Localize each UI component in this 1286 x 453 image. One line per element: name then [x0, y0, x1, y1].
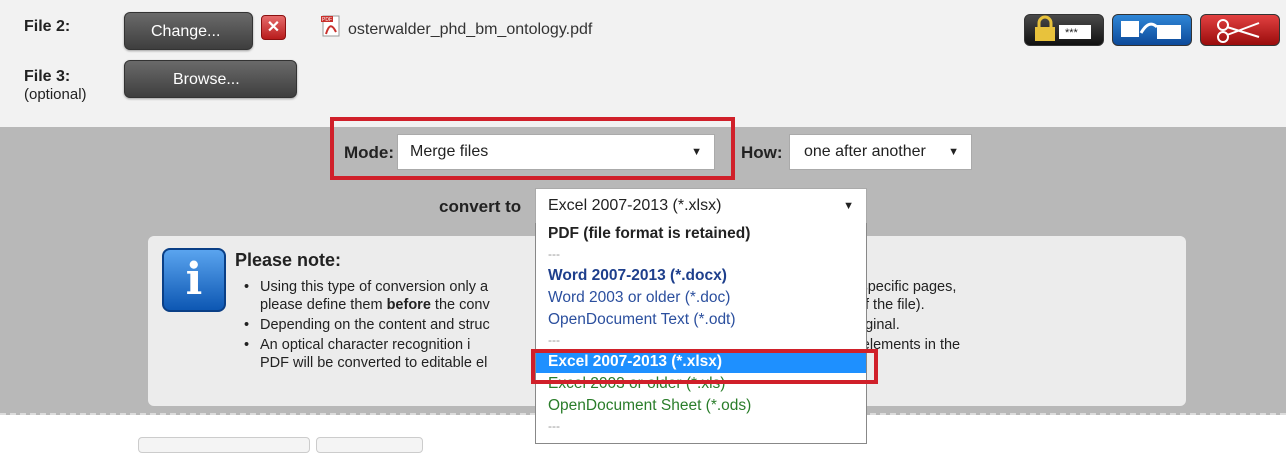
- info-icon: i: [162, 248, 226, 312]
- action-button[interactable]: [138, 437, 310, 453]
- option-odt[interactable]: OpenDocument Text (*.odt): [536, 309, 866, 331]
- svg-text:PDF: PDF: [322, 17, 332, 23]
- option-pdf[interactable]: PDF (file format is retained): [536, 223, 866, 245]
- option-word-doc[interactable]: Word 2003 or older (*.doc): [536, 287, 866, 309]
- how-label: How:: [741, 143, 783, 162]
- scissors-icon[interactable]: [1200, 14, 1280, 46]
- mode-highlight-box: [330, 117, 735, 180]
- convert-to-select[interactable]: Excel 2007-2013 (*.xlsx) ▼: [535, 188, 867, 224]
- convert-arrow-icon[interactable]: [1112, 14, 1192, 46]
- chevron-down-icon: ▼: [843, 200, 854, 212]
- action-button[interactable]: [316, 437, 423, 453]
- svg-text:***: ***: [1065, 27, 1079, 39]
- optional-hint: (optional): [24, 86, 87, 103]
- change-file-button[interactable]: Change...: [124, 12, 253, 50]
- option-separator: ---: [548, 247, 560, 261]
- convert-to-label: convert to: [439, 197, 522, 216]
- convert-to-dropdown-list: PDF (file format is retained) --- Word 2…: [535, 223, 867, 444]
- option-separator: ---: [548, 419, 560, 433]
- file2-label: File 2:: [24, 18, 71, 35]
- note-title: Please note:: [235, 250, 342, 270]
- option-ods[interactable]: OpenDocument Sheet (*.ods): [536, 395, 866, 417]
- how-select[interactable]: one after another ▼: [789, 134, 972, 170]
- pdf-file-icon: PDF: [321, 15, 340, 37]
- xlsx-highlight-box: [531, 349, 878, 384]
- option-word-docx[interactable]: Word 2007-2013 (*.docx): [536, 265, 866, 287]
- option-separator: ---: [548, 333, 560, 347]
- file3-label: File 3: (optional): [24, 68, 87, 103]
- chevron-down-icon: ▼: [948, 146, 959, 158]
- file2-name: osterwalder_phd_bm_ontology.pdf: [348, 21, 593, 38]
- browse-file-button[interactable]: Browse...: [124, 60, 297, 98]
- lock-password-icon[interactable]: ***: [1024, 14, 1104, 46]
- remove-file-button[interactable]: ✕: [261, 15, 286, 40]
